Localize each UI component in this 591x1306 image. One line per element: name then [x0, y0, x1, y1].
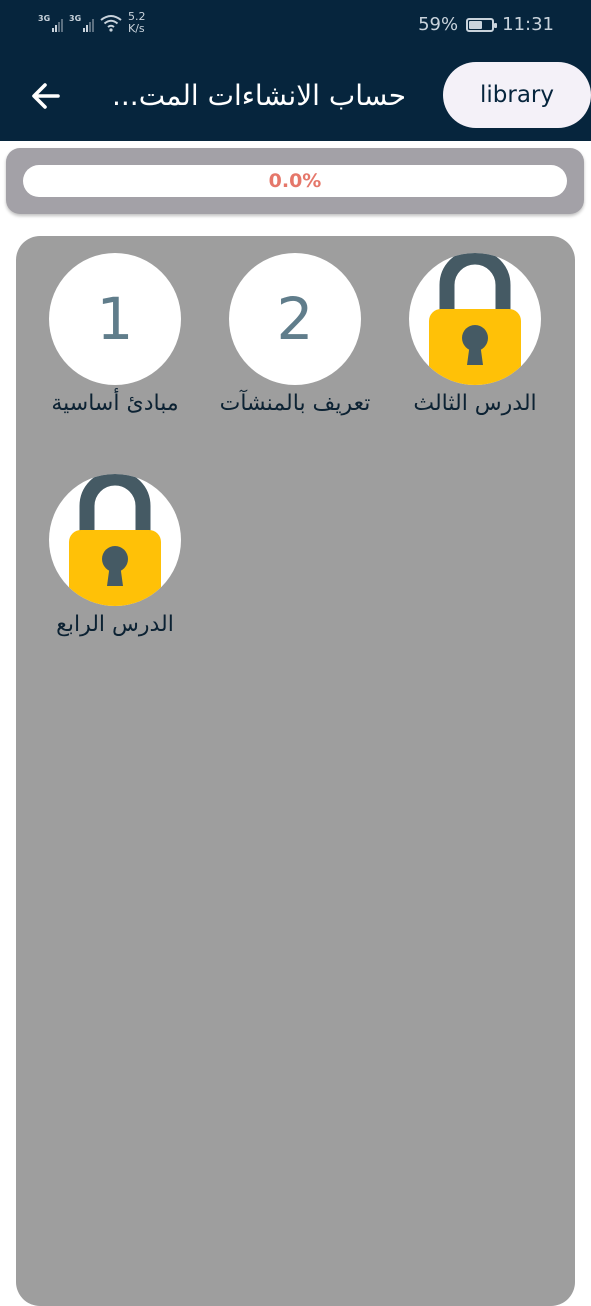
status-left: 3G 3G 5.2 K/s [38, 11, 146, 35]
lesson-circle: 1 [49, 253, 181, 385]
progress-card: 0.0% [6, 148, 584, 214]
wifi-icon [100, 15, 122, 32]
lesson-label: مبادئ أساسية [51, 391, 179, 416]
network-type-2: 3G [69, 14, 82, 23]
lesson-item[interactable]: الدرس الرابع [25, 474, 205, 640]
status-bar: 3G 3G 5.2 K/s 59% 11:31 [0, 0, 591, 50]
library-button[interactable]: library [443, 62, 591, 128]
progress-bar: 0.0% [23, 165, 567, 197]
back-arrow-icon[interactable] [28, 78, 64, 114]
clock: 11:31 [502, 14, 554, 35]
lesson-circle: 2 [229, 253, 361, 385]
speed-unit: K/s [128, 22, 145, 35]
lesson-number: 1 [96, 285, 134, 353]
signal-icon: 3G [38, 14, 63, 32]
signal-icon-2: 3G [69, 14, 94, 32]
app-bar: ...حساب الانشاءات المت library [0, 50, 591, 141]
lesson-item[interactable]: 2 تعريف بالمنشآت [205, 253, 385, 419]
battery-percent: 59% [418, 14, 459, 35]
lesson-label: الدرس الثالث [413, 391, 537, 416]
lesson-number: 2 [276, 285, 314, 353]
battery-icon [466, 17, 498, 32]
lock-icon [429, 253, 521, 385]
lesson-circle [409, 253, 541, 385]
status-right: 59% 11:31 [418, 14, 554, 35]
lesson-label: الدرس الرابع [56, 612, 174, 637]
page-title: ...حساب الانشاءات المت [112, 79, 407, 112]
lessons-panel: 1 مبادئ أساسية 2 تعريف بالمنشآت الدرس ال… [16, 236, 575, 1306]
lock-icon [69, 474, 161, 606]
lesson-item[interactable]: الدرس الثالث [385, 253, 565, 419]
lesson-circle [49, 474, 181, 606]
lesson-item[interactable]: 1 مبادئ أساسية [25, 253, 205, 419]
network-speed: 5.2 K/s [128, 11, 146, 35]
progress-text: 0.0% [268, 170, 322, 192]
network-type-1: 3G [38, 14, 51, 23]
lesson-label: تعريف بالمنشآت [219, 391, 371, 416]
